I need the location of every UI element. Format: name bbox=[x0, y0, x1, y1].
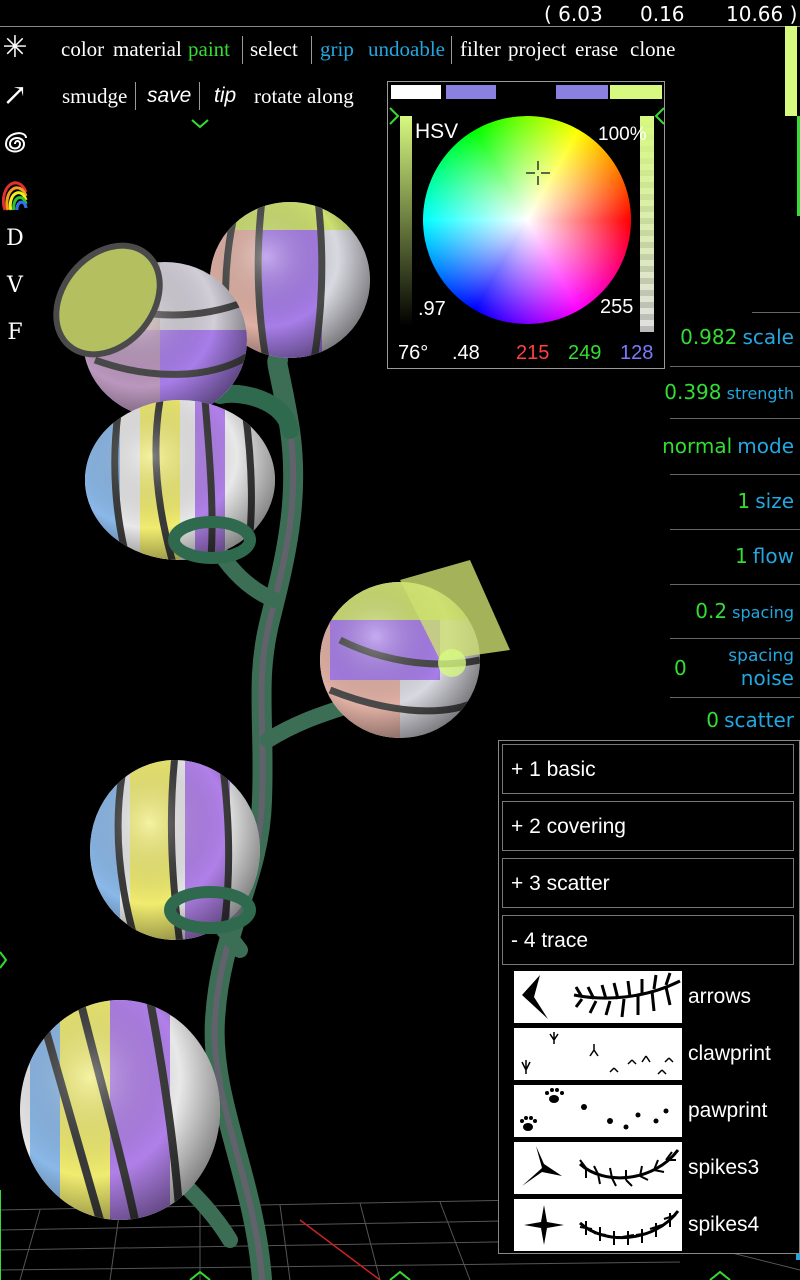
param-divider bbox=[670, 697, 800, 698]
hue-wheel[interactable] bbox=[423, 116, 631, 324]
spikes4-icon[interactable] bbox=[514, 1199, 682, 1251]
brush-label-clawprint[interactable]: clawprint bbox=[688, 1042, 771, 1066]
v-tool-button[interactable]: V bbox=[2, 273, 28, 298]
param-spacing-noise[interactable]: 0 spacing noise bbox=[674, 644, 794, 694]
brush-label-pawprint[interactable]: pawprint bbox=[688, 1099, 767, 1123]
param-divider bbox=[670, 529, 800, 530]
menu-color[interactable]: color bbox=[61, 37, 104, 62]
brush-label-spikes3[interactable]: spikes3 bbox=[688, 1156, 759, 1180]
menu-material[interactable]: material bbox=[113, 37, 182, 62]
current-color-indicator bbox=[785, 26, 797, 116]
swatch-white[interactable] bbox=[391, 85, 441, 99]
red-value: 215 bbox=[516, 342, 550, 364]
menu-divider bbox=[135, 82, 136, 110]
menu-undoable[interactable]: undoable bbox=[368, 37, 445, 62]
category-covering[interactable]: + 2 covering bbox=[502, 801, 794, 851]
brush-label-arrows[interactable]: arrows bbox=[688, 985, 751, 1009]
param-divider bbox=[670, 418, 800, 419]
param-divider bbox=[670, 366, 800, 367]
saturation-value: .48 bbox=[452, 342, 480, 364]
spikes3-icon[interactable] bbox=[514, 1142, 682, 1194]
menu-divider bbox=[311, 36, 312, 64]
menu-clone[interactable]: clone bbox=[630, 37, 675, 62]
param-spacing[interactable]: 0.2 spacing bbox=[695, 599, 794, 623]
arrows-icon[interactable] bbox=[514, 971, 682, 1023]
category-scatter[interactable]: + 3 scatter bbox=[502, 858, 794, 908]
menu-rotate-along[interactable]: rotate along bbox=[254, 84, 354, 109]
menu-erase[interactable]: erase bbox=[575, 37, 618, 62]
swatch-purple-2[interactable] bbox=[556, 85, 608, 99]
menu-divider bbox=[451, 36, 452, 64]
category-trace[interactable]: - 4 trace bbox=[502, 915, 794, 965]
clawprint-icon[interactable] bbox=[514, 1028, 682, 1080]
pawprint-icon[interactable] bbox=[514, 1085, 682, 1137]
spiral-tool-icon[interactable] bbox=[2, 124, 28, 164]
param-scatter[interactable]: 0 scatter bbox=[706, 708, 794, 732]
menu-divider bbox=[242, 36, 243, 64]
param-mode[interactable]: normal mode bbox=[662, 434, 794, 458]
menu-project[interactable]: project bbox=[508, 37, 566, 62]
brush-cursor bbox=[438, 649, 466, 677]
param-strength[interactable]: 0.398 strength bbox=[664, 380, 794, 404]
value-label: .97 bbox=[418, 298, 446, 320]
crosshair-icon[interactable] bbox=[525, 160, 551, 186]
swatch-current[interactable] bbox=[610, 85, 662, 99]
mode-label: HSV bbox=[415, 120, 459, 143]
swatch-purple[interactable] bbox=[446, 85, 496, 99]
param-size[interactable]: 1 size bbox=[737, 489, 794, 513]
param-scale[interactable]: 0.982 scale bbox=[680, 325, 794, 349]
chevron-down-icon[interactable] bbox=[190, 118, 210, 130]
blue-value: 128 bbox=[620, 342, 654, 364]
rainbow-tool-icon[interactable] bbox=[2, 178, 28, 212]
alpha-label: 255 bbox=[600, 296, 634, 318]
param-divider bbox=[670, 638, 800, 639]
menu-tip[interactable]: tip bbox=[214, 84, 236, 108]
color-picker-panel: HSV 100% .97 255 76° .48 215 249 128 bbox=[387, 81, 665, 369]
hue-value: 76° bbox=[398, 342, 429, 364]
value-slider[interactable] bbox=[400, 116, 412, 326]
brush-label-spikes4[interactable]: spikes4 bbox=[688, 1213, 759, 1237]
f-tool-button[interactable]: F bbox=[2, 320, 28, 345]
menu-select[interactable]: select bbox=[250, 37, 298, 62]
green-value: 249 bbox=[568, 342, 602, 364]
param-divider bbox=[670, 584, 800, 585]
menu-filter[interactable]: filter bbox=[460, 37, 501, 62]
percent-label: 100% bbox=[598, 124, 647, 145]
menu-smudge[interactable]: smudge bbox=[62, 84, 127, 109]
menu-paint[interactable]: paint bbox=[188, 37, 230, 62]
alpha-slider[interactable] bbox=[640, 116, 654, 332]
param-divider bbox=[752, 312, 800, 313]
menu-divider bbox=[199, 82, 200, 110]
menu-save[interactable]: save bbox=[147, 84, 191, 108]
param-flow[interactable]: 1 flow bbox=[735, 544, 794, 568]
d-tool-button[interactable]: D bbox=[2, 226, 28, 251]
param-divider bbox=[670, 474, 800, 475]
category-basic[interactable]: + 1 basic bbox=[502, 744, 794, 794]
menu-grip[interactable]: grip bbox=[320, 37, 354, 62]
